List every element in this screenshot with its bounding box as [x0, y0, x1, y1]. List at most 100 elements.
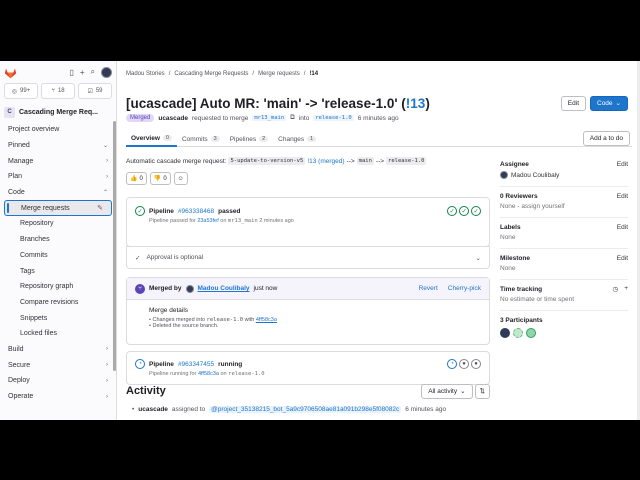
- sidebar-item-branches[interactable]: Branches: [0, 232, 116, 248]
- pipeline-widget: ✓ Pipeline #963338468 passed ✓ ✓ ✓ Pipel…: [126, 197, 490, 247]
- breadcrumb-current[interactable]: !14: [309, 71, 318, 77]
- commit-link[interactable]: 4ff58c3a: [256, 317, 277, 323]
- chevron-up-icon: ⌃: [102, 190, 108, 197]
- copy-icon[interactable]: ⧉: [290, 114, 295, 122]
- branch-name: release-1.0: [228, 371, 265, 377]
- plus-icon[interactable]: +: [624, 285, 628, 293]
- pipeline-link[interactable]: #963347455: [178, 361, 214, 368]
- breadcrumb-separator: /: [168, 71, 171, 77]
- sidebar-item-secure[interactable]: Secure ›: [0, 357, 116, 373]
- assignee-name[interactable]: Madou Coulibaly: [511, 172, 559, 179]
- sidebar-item-merge-requests[interactable]: Merge requests ✎: [4, 200, 112, 217]
- sidebar-item-build[interactable]: Build ›: [0, 342, 116, 358]
- source-branch[interactable]: mr13_main: [252, 115, 287, 121]
- revert-button[interactable]: Revert: [419, 285, 438, 292]
- thumbs-up-button[interactable]: 👍 0: [126, 172, 147, 185]
- sidebar-item-locked-files[interactable]: Locked files: [0, 326, 116, 342]
- sidebar-item-pinned[interactable]: Pinned ⌄: [0, 138, 116, 154]
- sidebar-item-code[interactable]: Code ⌃: [0, 185, 116, 201]
- thumbs-down-button[interactable]: 👎 0: [149, 172, 171, 185]
- user-avatar[interactable]: [101, 66, 112, 78]
- reviewers-value[interactable]: None - assign yourself: [500, 203, 628, 210]
- sidebar-item-commits[interactable]: Commits: [0, 248, 116, 264]
- sidebar-item-compare-revisions[interactable]: Compare revisions: [0, 295, 116, 311]
- stage-passed-icon[interactable]: ✓: [471, 206, 481, 216]
- breadcrumb-item[interactable]: Merge requests: [258, 71, 300, 77]
- pin-icon[interactable]: ✎: [97, 204, 103, 212]
- plus-icon[interactable]: +: [80, 68, 85, 77]
- sidebar-item-operate[interactable]: Operate ›: [0, 389, 116, 405]
- description-arrow: -->: [346, 157, 355, 165]
- sidebar-item-manage[interactable]: Manage ›: [0, 153, 116, 169]
- sidebar-item-label: Repository graph: [20, 283, 74, 291]
- avatar[interactable]: [185, 284, 194, 293]
- participant-avatar[interactable]: [526, 328, 536, 338]
- sidebar-scrollbar[interactable]: [113, 121, 116, 371]
- participant-avatar[interactable]: [500, 328, 510, 338]
- edit-milestone-button[interactable]: Edit: [617, 255, 628, 262]
- edit-assignee-button[interactable]: Edit: [617, 161, 628, 168]
- commit-link[interactable]: 23a53fef: [197, 218, 218, 224]
- event-mention[interactable]: @project_35138215_bot_5a9c9706508ae81a09…: [209, 406, 402, 413]
- sidebar-item-plan[interactable]: Plan ›: [0, 169, 116, 185]
- merged-by-user[interactable]: Madou Coulibaly: [198, 285, 250, 292]
- issues-count-button[interactable]: ◎ 99+: [4, 83, 38, 99]
- sidebar-item-snippets[interactable]: Snippets: [0, 310, 116, 326]
- sort-button[interactable]: ⇅: [474, 383, 490, 399]
- tab-commits[interactable]: Commits 3: [177, 131, 225, 147]
- search-icon[interactable]: ⌕: [91, 67, 95, 77]
- tab-label: Changes: [278, 135, 305, 143]
- avatar[interactable]: [500, 171, 508, 179]
- activity-filter-dropdown[interactable]: All activity ⌄: [421, 383, 473, 399]
- code-dropdown-button[interactable]: Code ⌄: [590, 95, 628, 111]
- overview-content: Automatic cascade merge request: 5-updat…: [126, 155, 490, 385]
- sidebar-toggle-icon[interactable]: ▯: [69, 68, 73, 77]
- add-todo-button[interactable]: Add a to do: [582, 131, 630, 146]
- commit-link[interactable]: 4ff58c3a: [198, 371, 219, 377]
- edit-labels-button[interactable]: Edit: [617, 224, 628, 231]
- merge-requests-count-button[interactable]: ⑂ 18: [41, 83, 75, 99]
- stage-passed-icon[interactable]: ✓: [459, 206, 469, 216]
- tab-changes[interactable]: Changes 1: [273, 131, 321, 147]
- edit-reviewers-button[interactable]: Edit: [617, 193, 628, 200]
- breadcrumb-item[interactable]: Madou Stories: [126, 71, 165, 77]
- pipeline-link[interactable]: #963338468: [178, 208, 214, 215]
- tab-pipelines[interactable]: Pipelines 2: [225, 131, 273, 147]
- meta-time: 6 minutes ago: [357, 114, 399, 122]
- breadcrumb-item[interactable]: Cascading Merge Requests: [174, 71, 248, 77]
- time-tracking-title: Time tracking: [500, 285, 543, 293]
- tab-overview[interactable]: Overview 0: [126, 131, 177, 147]
- check-circle-icon[interactable]: ✓: [135, 206, 145, 216]
- clock-icon[interactable]: ◷: [613, 285, 619, 293]
- sidebar-item-tags[interactable]: Tags: [0, 263, 116, 279]
- target-branch[interactable]: release-1.0: [313, 115, 354, 121]
- stage-pending-icon[interactable]: ●: [471, 359, 481, 369]
- time-tracking-section: Time tracking ◷ + No estimate or time spen…: [500, 280, 628, 311]
- author-name[interactable]: ucascade: [158, 115, 188, 122]
- event-user[interactable]: ucascade: [138, 406, 168, 413]
- add-reaction-button[interactable]: ☺: [173, 172, 188, 185]
- stage-pending-icon[interactable]: ●: [459, 359, 469, 369]
- chevron-down-icon[interactable]: ⌄: [476, 254, 481, 262]
- title-mr-link[interactable]: !13: [406, 96, 426, 111]
- stage-running-icon[interactable]: ◔: [447, 359, 457, 369]
- sidebar-item-deploy[interactable]: Deploy ›: [0, 373, 116, 389]
- project-avatar: C: [4, 106, 15, 118]
- edit-button[interactable]: Edit: [560, 95, 586, 111]
- running-status-icon[interactable]: ◔: [135, 359, 145, 369]
- sidebar-item-repository-graph[interactable]: Repository graph: [0, 279, 116, 295]
- sidebar-item-project-overview[interactable]: Project overview: [0, 122, 116, 138]
- gitlab-logo-icon[interactable]: [4, 66, 17, 79]
- stage-passed-icon[interactable]: ✓: [447, 206, 457, 216]
- sidebar-top-bar: ▯ + ⌕: [0, 61, 116, 83]
- activity-title: Activity: [126, 385, 166, 397]
- cherry-pick-button[interactable]: Cherry-pick: [448, 285, 481, 292]
- todos-count-button[interactable]: ☑ 59: [78, 83, 112, 99]
- description-branch: 5-update-to-version-v5: [228, 157, 306, 165]
- sidebar-item-repository[interactable]: Repository: [0, 216, 116, 232]
- pipeline-subtext-label: on: [220, 218, 227, 224]
- description-mr-link[interactable]: !13 (merged): [307, 158, 344, 165]
- approval-section[interactable]: ✓ Approval is optional ⌄: [127, 246, 489, 268]
- participant-avatar[interactable]: [513, 328, 523, 338]
- project-selector[interactable]: C Cascading Merge Req...: [4, 104, 112, 120]
